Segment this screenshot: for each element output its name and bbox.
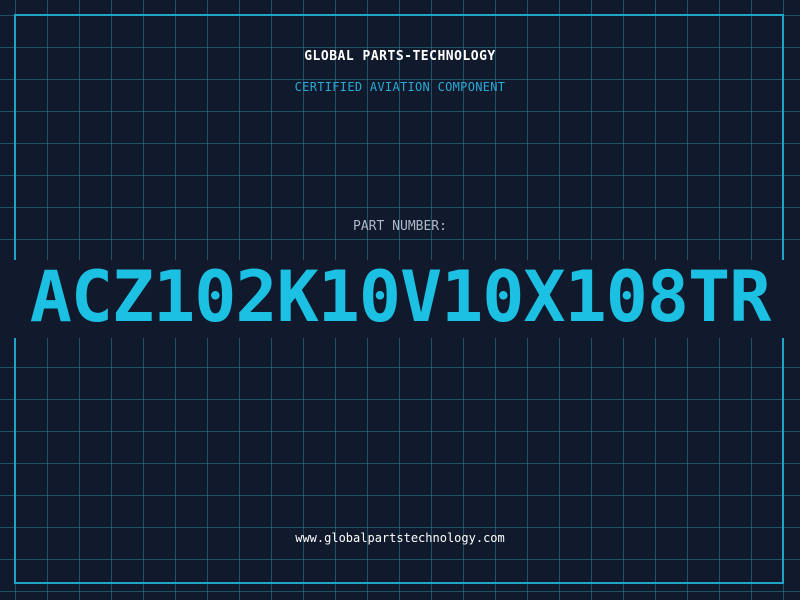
certification-subtitle: CERTIFIED AVIATION COMPONENT [294,80,506,94]
label-canvas: GLOBAL PARTS-TECHNOLOGY CERTIFIED AVIATI… [0,0,800,600]
company-name: GLOBAL PARTS-TECHNOLOGY [304,49,496,64]
part-number-value: ACZ102K10V10X108TR [29,256,772,338]
part-number-label: PART NUMBER: [353,219,447,234]
website-url: www.globalpartstechnology.com [295,531,505,545]
